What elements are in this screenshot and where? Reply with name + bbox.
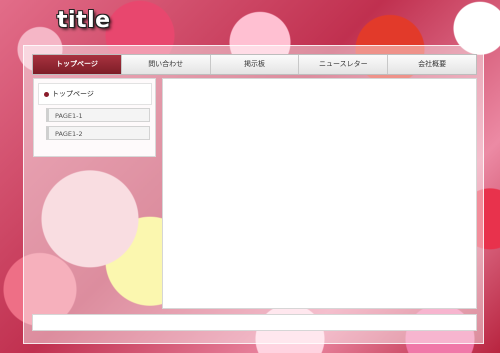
nav-item-newsletter[interactable]: ニュースレター — [299, 55, 389, 74]
sidebar-item-page1-2[interactable]: PAGE1-2 — [46, 126, 150, 140]
sidebar-item-top[interactable]: トップページ — [38, 83, 152, 105]
bullet-icon — [44, 91, 49, 97]
nav-item-top[interactable]: トップページ — [33, 55, 122, 74]
nav-item-contact[interactable]: 問い合わせ — [122, 55, 211, 74]
sidebar-item-label: トップページ — [52, 90, 94, 98]
main-nav: トップページ 問い合わせ 掲示板 ニュースレター 会社概要 — [32, 54, 477, 75]
sidebar: トップページ PAGE1-1 PAGE1-2 — [33, 78, 156, 157]
sidebar-item-page1-1[interactable]: PAGE1-1 — [46, 108, 150, 122]
nav-item-company[interactable]: 会社概要 — [388, 55, 476, 74]
nav-item-bbs[interactable]: 掲示板 — [211, 55, 300, 74]
site-logo[interactable]: title — [57, 8, 111, 33]
main-content — [162, 78, 477, 309]
footer — [32, 314, 477, 331]
